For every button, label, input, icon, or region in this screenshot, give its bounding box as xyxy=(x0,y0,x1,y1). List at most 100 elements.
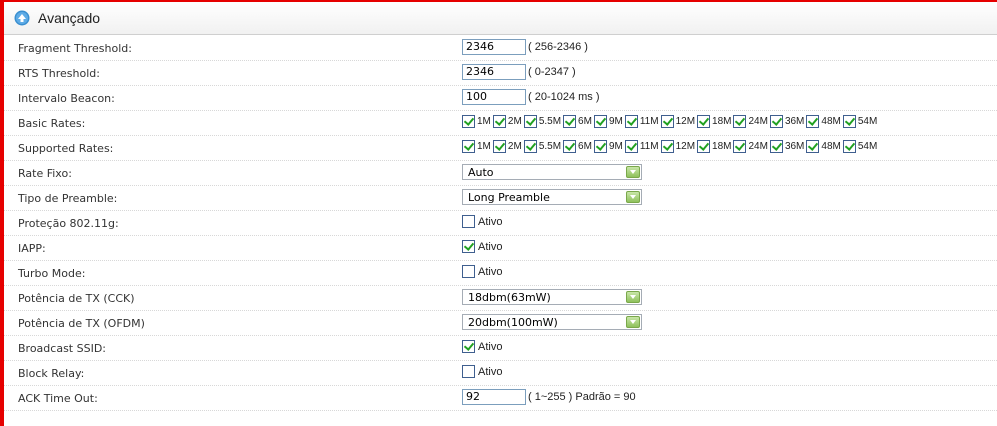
supported-rate-checkbox[interactable] xyxy=(523,140,537,153)
basic-rate-item[interactable]: 5.5M xyxy=(523,115,561,128)
supported-rate-label: 5.5M xyxy=(538,141,562,152)
row-fragment-threshold: Fragment Threshold: 2346 ( 256-2346 ) xyxy=(4,36,997,61)
rts-threshold-input[interactable]: 2346 xyxy=(462,64,526,80)
basic-rate-checkbox[interactable] xyxy=(523,115,537,128)
fragment-threshold-input[interactable]: 2346 xyxy=(462,39,526,55)
chevron-down-icon[interactable] xyxy=(626,166,640,178)
row-beacon-interval: Intervalo Beacon: 100 ( 20-1024 ms ) xyxy=(4,86,997,111)
basic-rate-item[interactable]: 12M xyxy=(660,115,695,128)
beacon-interval-input[interactable]: 100 xyxy=(462,89,526,105)
beacon-interval-label: Intervalo Beacon: xyxy=(18,92,115,105)
iapp-label: IAPP: xyxy=(18,242,46,255)
tx-cck-value: 18dbm(63mW) xyxy=(468,291,551,304)
supported-rate-label: 9M xyxy=(608,141,623,152)
basic-rate-checkbox[interactable] xyxy=(733,115,747,128)
supported-rate-checkbox[interactable] xyxy=(492,140,506,153)
basic-rate-item[interactable]: 54M xyxy=(842,115,877,128)
tx-cck-select[interactable]: 18dbm(63mW) xyxy=(462,289,642,305)
arrow-up-circle-icon[interactable] xyxy=(14,10,30,26)
rate-fixo-label: Rate Fixo: xyxy=(18,167,72,180)
supported-rate-label: 24M xyxy=(748,141,768,152)
basic-rate-label: 6M xyxy=(578,116,592,127)
protecao-label: Proteção 802.11g: xyxy=(18,217,119,230)
supported-rate-checkbox[interactable] xyxy=(733,140,747,153)
basic-rate-checkbox[interactable] xyxy=(660,115,674,128)
basic-rate-label: 11M xyxy=(639,116,659,127)
basic-rate-checkbox[interactable] xyxy=(842,115,856,128)
basic-rate-checkbox[interactable] xyxy=(593,115,607,128)
supported-rate-item[interactable]: 18M xyxy=(697,140,731,153)
basic-rate-checkbox[interactable] xyxy=(697,115,711,128)
supported-rate-checkbox[interactable] xyxy=(842,140,856,153)
preamble-value: Long Preamble xyxy=(468,191,550,204)
protecao-checkbox[interactable] xyxy=(462,215,475,228)
supported-rate-item[interactable]: 9M xyxy=(593,140,623,153)
basic-rate-item[interactable]: 24M xyxy=(733,115,768,128)
supported-rate-item[interactable]: 6M xyxy=(563,140,592,153)
basic-rate-item[interactable]: 11M xyxy=(624,115,659,128)
basic-rate-item[interactable]: 36M xyxy=(769,115,805,128)
tx-ofdm-select[interactable]: 20dbm(100mW) xyxy=(462,314,642,330)
row-broadcast-ssid: Broadcast SSID: Ativo xyxy=(4,336,997,361)
supported-rate-checkbox[interactable] xyxy=(462,140,475,153)
basic-rate-item[interactable]: 2M xyxy=(492,115,522,128)
basic-rate-checkbox[interactable] xyxy=(492,115,506,128)
row-basic-rates: Basic Rates: 1M 2M 5.5M 6M 9M 11M 12M 18M 24M 36M… xyxy=(4,111,997,136)
supported-rate-item[interactable]: 1M xyxy=(462,140,491,153)
basic-rate-checkbox[interactable] xyxy=(563,115,577,128)
rts-threshold-label: RTS Threshold: xyxy=(18,67,100,80)
chevron-down-icon[interactable] xyxy=(626,191,640,203)
supported-rate-item[interactable]: 24M xyxy=(733,140,768,153)
broadcast-ssid-checkbox[interactable] xyxy=(462,340,475,353)
basic-rate-item[interactable]: 1M xyxy=(462,115,491,128)
basic-rate-checkbox[interactable] xyxy=(462,115,475,128)
fragment-threshold-label: Fragment Threshold: xyxy=(18,42,132,55)
row-preamble: Tipo de Preamble: Long Preamble xyxy=(4,186,997,211)
supported-rate-item[interactable]: 2M xyxy=(492,140,522,153)
iapp-checkbox[interactable] xyxy=(462,240,475,253)
supported-rate-checkbox[interactable] xyxy=(660,140,674,153)
supported-rate-item[interactable]: 5.5M xyxy=(523,140,562,153)
iapp-checkbox-label: Ativo xyxy=(478,240,503,253)
turbo-mode-checkbox[interactable] xyxy=(462,265,475,278)
supported-rate-checkbox[interactable] xyxy=(563,140,577,153)
basic-rates-label: Basic Rates: xyxy=(18,117,86,130)
basic-rate-item[interactable]: 6M xyxy=(563,115,592,128)
basic-rate-label: 36M xyxy=(784,116,805,127)
basic-rate-checkbox[interactable] xyxy=(624,115,638,128)
protecao-checkbox-label: Ativo xyxy=(478,215,503,228)
basic-rates-group: 1M 2M 5.5M 6M 9M 11M 12M 18M 24M 36M 48M 54M xyxy=(462,115,879,128)
supported-rate-checkbox[interactable] xyxy=(769,140,783,153)
chevron-down-icon[interactable] xyxy=(626,291,640,303)
supported-rate-checkbox[interactable] xyxy=(697,140,711,153)
supported-rate-checkbox[interactable] xyxy=(593,140,607,153)
basic-rate-checkbox[interactable] xyxy=(806,115,820,128)
tx-ofdm-label: Potência de TX (OFDM) xyxy=(18,317,145,330)
basic-rate-item[interactable]: 9M xyxy=(593,115,623,128)
preamble-select[interactable]: Long Preamble xyxy=(462,189,642,205)
supported-rate-item[interactable]: 11M xyxy=(624,140,659,153)
section-header[interactable]: Avançado xyxy=(4,2,997,35)
supported-rates-group: 1M 2M 5.5M 6M 9M 11M 12M 18M 24M 36M 48M 54M xyxy=(462,140,879,153)
block-relay-checkbox[interactable] xyxy=(462,365,475,378)
ack-timeout-input[interactable]: 92 xyxy=(462,389,526,405)
row-tx-ofdm: Potência de TX (OFDM) 20dbm(100mW) xyxy=(4,311,997,336)
supported-rate-item[interactable]: 48M xyxy=(806,140,841,153)
row-rts-threshold: RTS Threshold: 2346 ( 0-2347 ) xyxy=(4,61,997,86)
row-supported-rates: Supported Rates: 1M 2M 5.5M 6M 9M 11M 12M 18M 24… xyxy=(4,136,997,161)
basic-rate-item[interactable]: 18M xyxy=(697,115,731,128)
supported-rate-item[interactable]: 36M xyxy=(769,140,804,153)
supported-rate-checkbox[interactable] xyxy=(806,140,820,153)
rate-fixo-select[interactable]: Auto xyxy=(462,164,642,180)
block-relay-label: Block Relay: xyxy=(18,367,85,380)
row-block-relay: Block Relay: Ativo xyxy=(4,361,997,386)
supported-rate-label: 11M xyxy=(639,141,659,152)
basic-rate-checkbox[interactable] xyxy=(769,115,783,128)
supported-rate-item[interactable]: 12M xyxy=(660,140,695,153)
block-relay-checkbox-label: Ativo xyxy=(478,365,503,378)
supported-rate-item[interactable]: 54M xyxy=(842,140,877,153)
supported-rate-checkbox[interactable] xyxy=(624,140,638,153)
chevron-down-icon[interactable] xyxy=(626,316,640,328)
tx-ofdm-value: 20dbm(100mW) xyxy=(468,316,558,329)
basic-rate-item[interactable]: 48M xyxy=(806,115,841,128)
